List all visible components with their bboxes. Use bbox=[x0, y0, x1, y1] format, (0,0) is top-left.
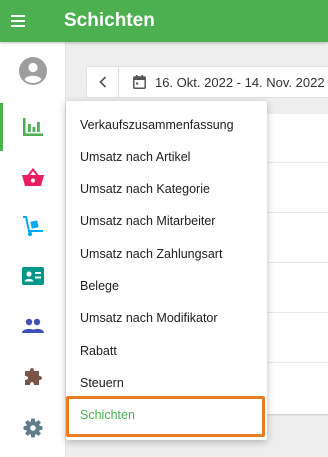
hamburger-menu-icon[interactable] bbox=[4, 7, 32, 35]
people-icon bbox=[22, 318, 44, 333]
sidebar-item-account[interactable] bbox=[0, 47, 66, 95]
shopping-basket-icon bbox=[22, 168, 44, 186]
previous-period-button[interactable] bbox=[87, 67, 119, 97]
sidebar-item-settings[interactable] bbox=[0, 404, 66, 452]
menu-item-discounts[interactable]: Rabatt bbox=[66, 335, 267, 367]
chevron-left-icon bbox=[98, 76, 106, 88]
sidebar bbox=[0, 42, 66, 457]
sidebar-item-customers[interactable] bbox=[0, 302, 66, 350]
sidebar-item-items[interactable] bbox=[0, 153, 66, 201]
menu-item-receipts[interactable]: Belege bbox=[66, 270, 267, 302]
menu-item-sales-by-item[interactable]: Umsatz nach Artikel bbox=[66, 141, 267, 173]
date-range-filter: 16. Okt. 2022 - 14. Nov. 2022 bbox=[86, 66, 328, 98]
sidebar-item-integrations[interactable] bbox=[0, 352, 66, 400]
menu-item-sales-by-payment-type[interactable]: Umsatz nach Zahlungsart bbox=[66, 238, 267, 270]
puzzle-piece-icon bbox=[25, 368, 42, 385]
hand-truck-icon bbox=[23, 216, 43, 237]
menu-item-sales-by-employee[interactable]: Umsatz nach Mitarbeiter bbox=[66, 205, 267, 237]
sidebar-item-inventory[interactable] bbox=[0, 202, 66, 250]
sidebar-item-employees[interactable] bbox=[0, 252, 66, 300]
menu-item-shifts[interactable]: Schichten bbox=[66, 399, 267, 431]
date-range-text: 16. Okt. 2022 - 14. Nov. 2022 bbox=[155, 74, 325, 90]
date-range-picker[interactable]: 16. Okt. 2022 - 14. Nov. 2022 bbox=[119, 75, 325, 90]
report-type-menu: Verkaufszusammenfassung Umsatz nach Arti… bbox=[66, 101, 267, 440]
menu-item-sales-by-modifier[interactable]: Umsatz nach Modifikator bbox=[66, 302, 267, 334]
app-bar: Schichten bbox=[0, 0, 328, 42]
menu-item-sales-by-category[interactable]: Umsatz nach Kategorie bbox=[66, 173, 267, 205]
menu-item-sales-summary[interactable]: Verkaufszusammenfassung bbox=[66, 109, 267, 141]
gear-icon bbox=[23, 418, 43, 438]
menu-item-taxes[interactable]: Steuern bbox=[66, 367, 267, 399]
calendar-icon bbox=[133, 75, 146, 89]
page-title: Schichten bbox=[64, 10, 155, 31]
sidebar-item-reports[interactable] bbox=[0, 103, 66, 151]
bar-chart-icon bbox=[23, 118, 43, 136]
account-circle-icon bbox=[19, 57, 47, 85]
id-card-icon bbox=[22, 267, 44, 285]
